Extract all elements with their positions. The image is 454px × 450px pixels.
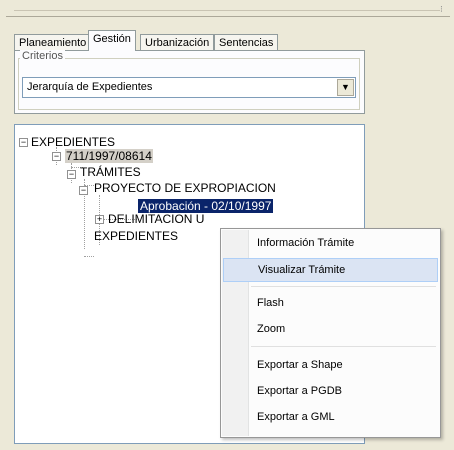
tree-node-delimitacion[interactable]: DELIMITACION U [108, 211, 204, 227]
tree-node-proyecto[interactable]: PROYECTO DE EXPROPIACION [94, 180, 276, 196]
minus-box-icon[interactable]: − [79, 186, 88, 195]
tree-node-expediente-label: 711/1997/08614 [65, 149, 153, 163]
tree-node-tramites[interactable]: TRÁMITES [80, 164, 141, 180]
chevron-down-icon[interactable]: ▼ [337, 79, 354, 96]
separator-line [14, 10, 440, 11]
menu-item-flash[interactable]: Flash [223, 291, 438, 315]
minus-box-icon[interactable]: − [52, 152, 61, 161]
menu-item-exportar-shape[interactable]: Exportar a Shape [223, 353, 438, 377]
menu-separator [251, 286, 436, 287]
context-menu: Información Trámite Visualizar Trámite F… [220, 228, 441, 438]
criterios-select-value: Jerarquía de Expedientes [27, 81, 153, 93]
tab-sentencias[interactable]: Sentencias [214, 34, 279, 50]
menu-item-informacion-tramite[interactable]: Información Trámite [223, 231, 438, 255]
resize-grip-icon[interactable]: ⁝ [440, 4, 448, 14]
criterios-select[interactable]: Jerarquía de Expedientes ▼ [22, 77, 356, 98]
menu-item-zoom[interactable]: Zoom [223, 317, 438, 341]
menu-separator [251, 346, 436, 347]
menu-item-exportar-pgdb[interactable]: Exportar a PGDB [223, 379, 438, 403]
criterios-legend: Criterios [20, 50, 65, 62]
menu-item-exportar-gml[interactable]: Exportar a GML [223, 405, 438, 429]
menu-item-visualizar-tramite[interactable]: Visualizar Trámite [223, 258, 438, 282]
tab-urbanizacion[interactable]: Urbanización [140, 34, 215, 50]
minus-box-icon[interactable]: − [67, 170, 76, 179]
tree-node-expediente[interactable]: 711/1997/08614 [65, 148, 153, 164]
tab-planeamiento[interactable]: Planeamiento [14, 34, 92, 50]
tab-gestion[interactable]: Gestión [88, 30, 136, 51]
plus-box-icon[interactable]: + [95, 215, 104, 224]
window-top-edge: ⁝ [6, 2, 450, 17]
minus-box-icon[interactable]: − [19, 138, 28, 147]
tree-connector [84, 256, 94, 257]
tree-node-expedientes-child[interactable]: EXPEDIENTES [94, 228, 178, 244]
